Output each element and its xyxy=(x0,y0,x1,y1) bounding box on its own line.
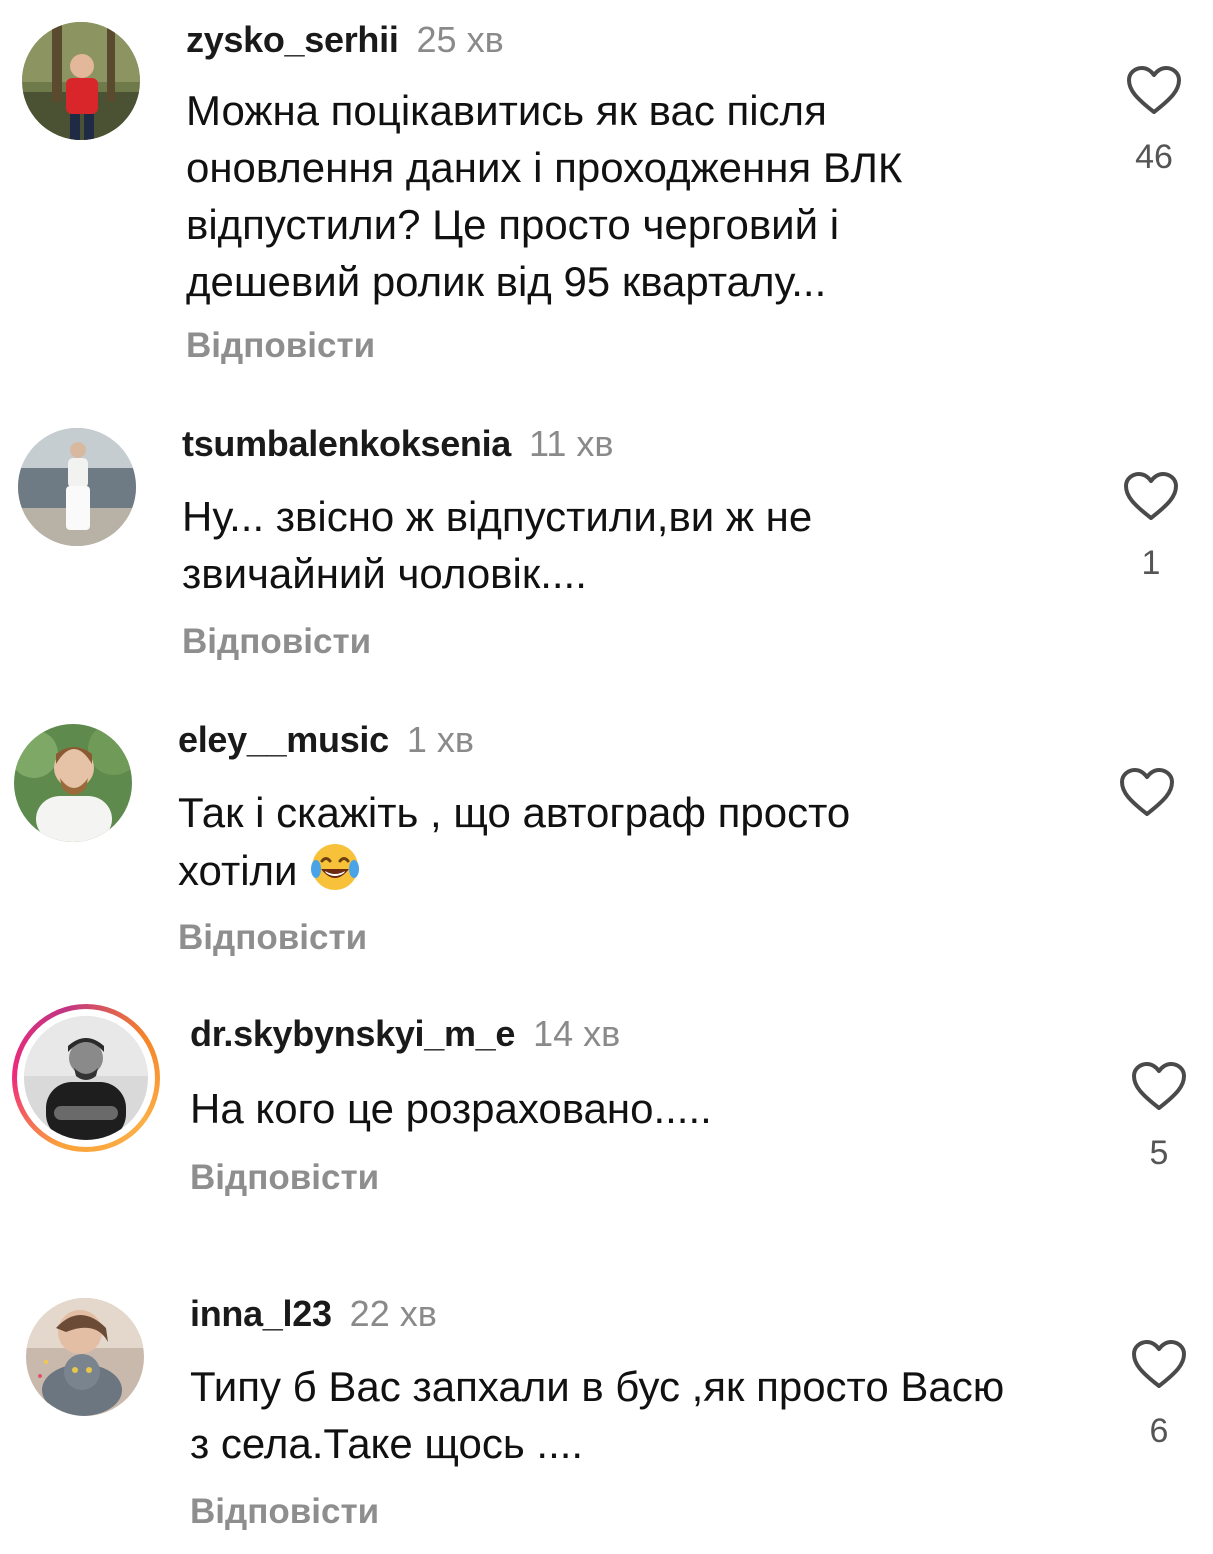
like-control: 6 xyxy=(1129,1340,1189,1451)
timestamp: 25 хв xyxy=(416,19,504,60)
comment-text: Так і скажіть , що автограф просто хотіл… xyxy=(178,784,978,899)
reply-button[interactable]: Відповісти xyxy=(190,1492,379,1532)
comment-text: На кого це розраховано..... xyxy=(190,1085,712,1132)
timestamp: 22 хв xyxy=(349,1293,437,1334)
username[interactable]: tsumbalenkoksenia xyxy=(182,423,511,464)
comment-meta: dr.skybynskyi_m_e 14 хв xyxy=(190,1014,620,1054)
avatar[interactable] xyxy=(24,1016,148,1140)
reply-button[interactable]: Відповісти xyxy=(190,1158,379,1198)
story-ring[interactable] xyxy=(12,1004,160,1152)
username[interactable]: dr.skybynskyi_m_e xyxy=(190,1013,515,1054)
heart-outline-icon[interactable] xyxy=(1123,472,1179,522)
comment-text: Типу б Вас запхали в бус ,як просто Васю… xyxy=(190,1363,1005,1467)
timestamp: 11 хв xyxy=(529,423,614,464)
like-count: 5 xyxy=(1149,1134,1169,1172)
avatar[interactable] xyxy=(14,724,132,842)
username[interactable]: zysko_serhii xyxy=(186,19,399,60)
timestamp: 14 хв xyxy=(533,1013,621,1054)
like-count: 46 xyxy=(1135,138,1173,176)
username[interactable]: inna_l23 xyxy=(190,1293,332,1334)
like-control: 5 xyxy=(1129,1062,1189,1173)
avatar[interactable] xyxy=(18,428,136,546)
like-control: 46 xyxy=(1124,66,1184,177)
like-count: 6 xyxy=(1149,1412,1169,1450)
comment-meta: eley__music 1 хв xyxy=(178,720,474,760)
avatar[interactable] xyxy=(26,1298,144,1416)
heart-outline-icon[interactable] xyxy=(1131,1340,1187,1390)
like-count: 1 xyxy=(1141,544,1161,582)
comment-text-body: Так і скажіть , що автограф просто хотіл… xyxy=(178,789,851,894)
comment-meta: inna_l23 22 хв xyxy=(190,1294,437,1334)
heart-outline-icon[interactable] xyxy=(1126,66,1182,116)
comment-meta: zysko_serhii 25 хв xyxy=(186,20,504,60)
timestamp: 1 хв xyxy=(406,719,475,760)
reply-button[interactable]: Відповісти xyxy=(182,622,371,662)
heart-outline-icon[interactable] xyxy=(1119,768,1175,818)
comment-meta: tsumbalenkoksenia 11 хв xyxy=(182,424,614,464)
username[interactable]: eley__music xyxy=(178,719,389,760)
reply-button[interactable]: Відповісти xyxy=(186,326,375,366)
like-control: 1 xyxy=(1121,472,1181,583)
face-with-tears-of-joy-icon xyxy=(311,844,360,890)
comment-text: Можна поцікавитись як вас після оновленн… xyxy=(186,87,903,305)
comment-text: Ну... звісно ж відпустили,ви ж не звичай… xyxy=(182,493,813,597)
reply-button[interactable]: Відповісти xyxy=(178,918,367,958)
like-control xyxy=(1117,768,1177,840)
avatar[interactable] xyxy=(22,22,140,140)
heart-outline-icon[interactable] xyxy=(1131,1062,1187,1112)
